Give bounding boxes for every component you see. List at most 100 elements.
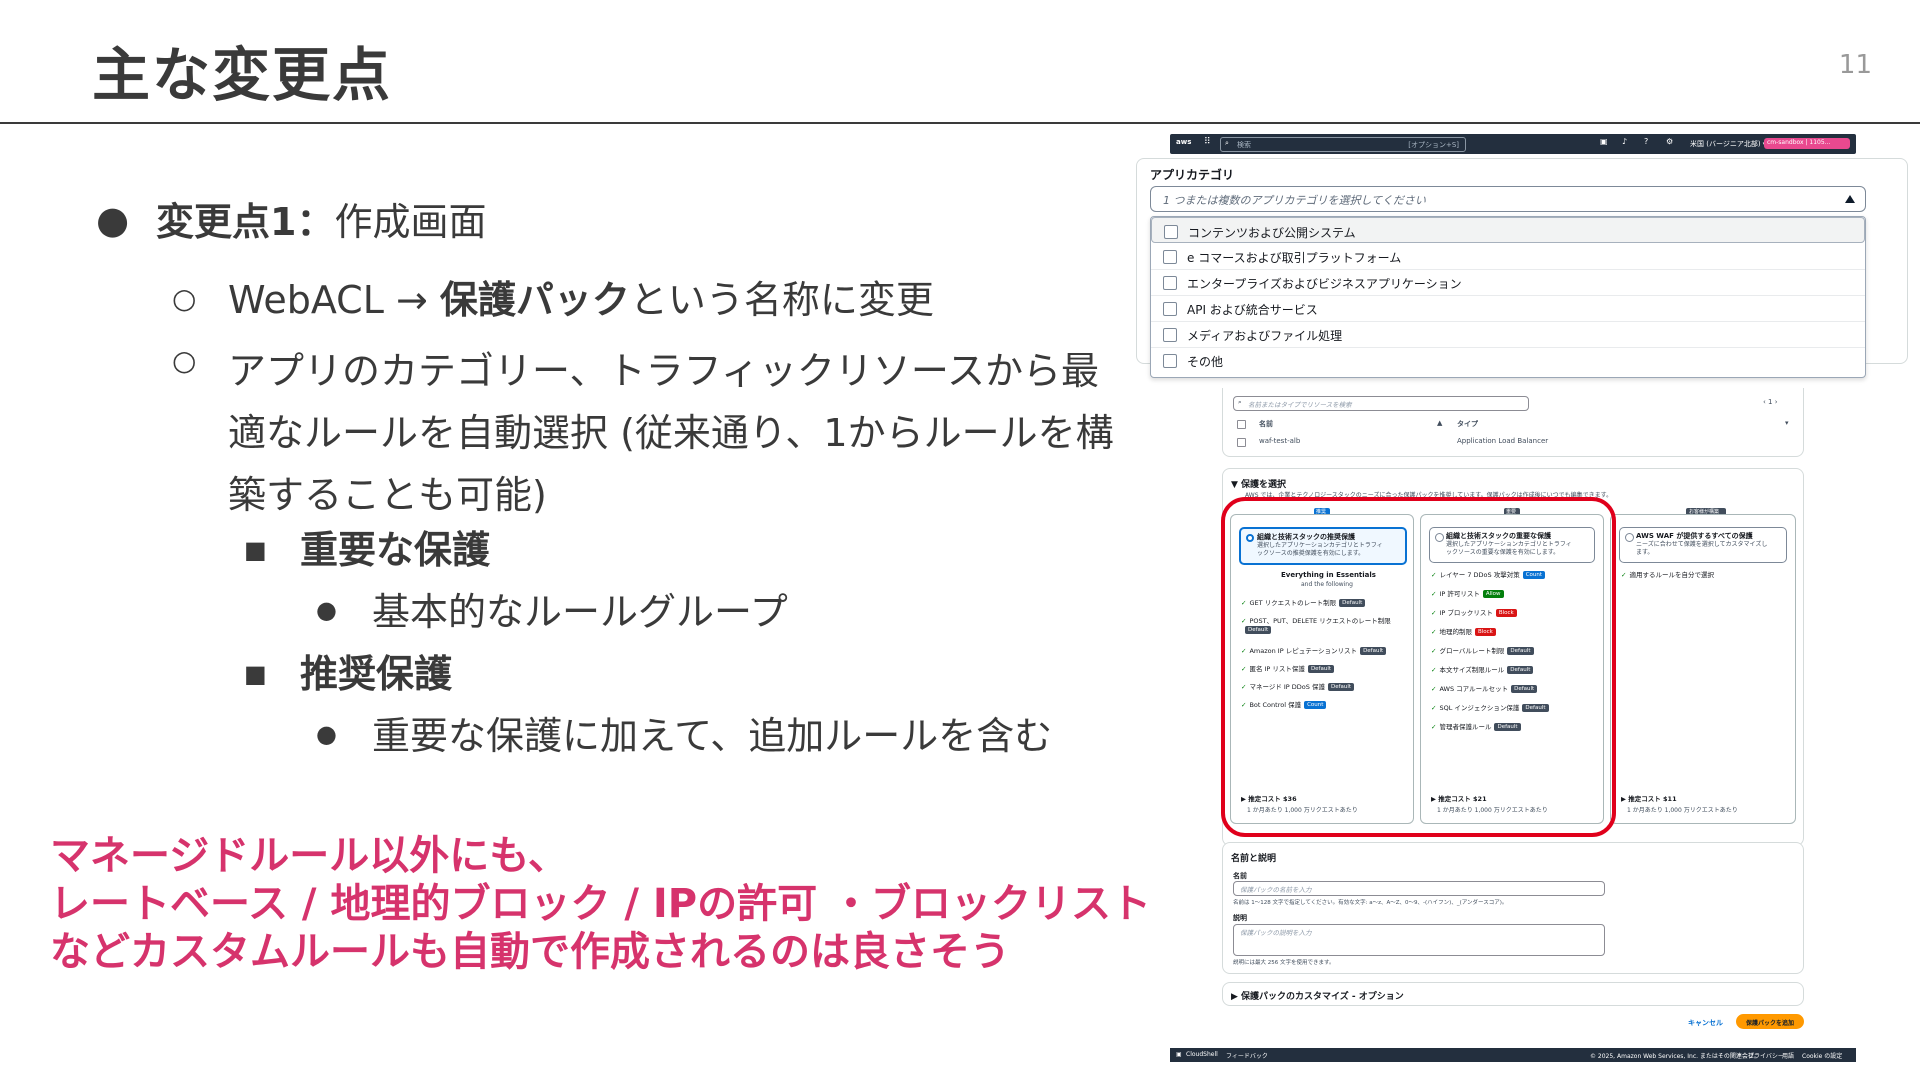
cloudshell-link[interactable]: CloudShell: [1186, 1051, 1218, 1058]
checkbox[interactable]: [1163, 302, 1177, 316]
option-label: メディアおよびファイル処理: [1187, 329, 1343, 343]
bullet-1-2-2-1: ● 重要な保護に加えて、追加ルールを含む: [316, 714, 1052, 760]
customize-panel[interactable]: ▶ 保護パックのカスタマイズ - オプション: [1222, 982, 1804, 1006]
bullet-dot: ●: [96, 198, 130, 242]
resource-type: Application Load Balancer: [1457, 437, 1549, 445]
radio[interactable]: [1625, 533, 1634, 542]
option-label: その他: [1187, 355, 1224, 369]
bullet-1-2-2-1-text: 重要な保護に加えて、追加ルールを含む: [372, 714, 1053, 758]
resource-search-input[interactable]: ⌕ 名前またはタイプでリソースを検索: [1233, 396, 1529, 411]
name-label: 名前: [1233, 872, 1247, 880]
search-icon: ⌕: [1238, 398, 1242, 406]
checkbox[interactable]: [1163, 276, 1177, 290]
desc-placeholder: 保護パックの説明を入力: [1240, 929, 1312, 937]
option-api[interactable]: API および統合サービス: [1151, 295, 1865, 322]
cloudshell-icon[interactable]: ▣: [1600, 137, 1608, 146]
bullet-1-1-post: という名称に変更: [629, 278, 934, 322]
option-content-publishing[interactable]: コンテンツおよび公開システム: [1151, 217, 1865, 243]
cloudshell-icon: ▣: [1176, 1051, 1182, 1058]
desc-label: 説明: [1233, 914, 1247, 922]
resource-name: waf-test-alb: [1259, 437, 1301, 445]
bullet-1-2-line3: 築することも可能): [228, 473, 547, 517]
rule-item: ✓ 適用するルールを自分で選択: [1621, 569, 1714, 581]
check-icon: ✓: [1621, 571, 1627, 579]
option-other[interactable]: その他: [1151, 347, 1865, 373]
desc-hint: 説明には最大 256 文字を使用できます。: [1233, 960, 1335, 966]
aws-logo: aws: [1176, 138, 1192, 146]
bullet-circle: ○: [172, 282, 197, 315]
account-menu[interactable]: cm-sandbox | 1105...: [1764, 138, 1850, 149]
aws-top-bar: aws ⠿ ⌕ 検索 [オプション+S] ▣ ♪ ? ⚙ 米国 (バージニア北部…: [1170, 134, 1856, 154]
checkbox[interactable]: [1163, 328, 1177, 342]
rule-label: 適用するルールを自分で選択: [1629, 571, 1714, 579]
option-media[interactable]: メディアおよびファイル処理: [1151, 321, 1865, 348]
header-checkbox[interactable]: [1237, 420, 1246, 429]
card-cost-sub: 1 か月あたり 1,000 万リクエストあたり: [1627, 807, 1738, 814]
checkbox[interactable]: [1164, 225, 1178, 239]
checkbox[interactable]: [1163, 250, 1177, 264]
bullet-1-bold: 変更点1：: [156, 200, 335, 244]
name-desc-panel: 名前と説明 名前 保護パックの名前を入力 名前は 1～128 文字で指定してくだ…: [1222, 842, 1804, 974]
terms-link[interactable]: 用語: [1782, 1051, 1794, 1060]
help-icon[interactable]: ?: [1644, 137, 1648, 146]
create-button[interactable]: 保護パックを追加: [1736, 1014, 1804, 1029]
card-desc-line: ニーズに合わせて保護を選択してカスタマイズし: [1636, 541, 1768, 548]
name-placeholder: 保護パックの名前を入力: [1240, 886, 1312, 894]
chevron-down-icon[interactable]: ▾: [1785, 419, 1789, 427]
cancel-button[interactable]: キャンセル: [1688, 1018, 1723, 1028]
bullet-1-2-line1: アプリのカテゴリー、トラフィックリソースから最: [228, 349, 1099, 393]
note-line-3: などカスタムルールも自動で作成されるのは良さそう: [50, 929, 1010, 975]
note-line-1: マネージドルール以外にも、: [50, 833, 568, 879]
app-category-placeholder: 1 つまたは複数のアプリカテゴリを選択してください: [1163, 194, 1426, 207]
aws-search-input[interactable]: ⌕ 検索 [オプション+S]: [1220, 137, 1466, 152]
services-grid-icon[interactable]: ⠿: [1204, 137, 1211, 147]
pager[interactable]: ‹ 1 ›: [1763, 398, 1778, 406]
app-category-options: コンテンツおよび公開システム e コマースおよび取引プラットフォーム エンタープ…: [1150, 216, 1866, 378]
region-selector[interactable]: 米国 (バージニア北部) ▾: [1690, 139, 1766, 149]
bullet-1-2-1-1-text: 基本的なルールグループ: [372, 590, 788, 634]
customize-toggle[interactable]: ▶ 保護パックのカスタマイズ - オプション: [1231, 989, 1404, 1002]
protection-heading[interactable]: ▼ 保護を選択: [1231, 477, 1286, 490]
feedback-link[interactable]: フィードバック: [1226, 1051, 1268, 1060]
bullet-1-1: ○ WebACL → 保護パックという名称に変更: [172, 278, 934, 324]
app-category-label: アプリカテゴリ: [1150, 168, 1235, 182]
card-custom[interactable]: AWS WAF が提供するすべての保護 ニーズに合わせて保護を選択してカスタマイ…: [1610, 514, 1796, 824]
bullet-1-2-1: ■ 重要な保護: [244, 528, 490, 574]
sort-icon[interactable]: ▲: [1437, 419, 1442, 427]
bullet-1: ● 変更点1：作成画面: [96, 198, 486, 246]
privacy-link[interactable]: プライバシー: [1748, 1051, 1784, 1060]
col-name[interactable]: 名前: [1259, 419, 1273, 429]
create-button-label: 保護パックを追加: [1746, 1020, 1795, 1027]
search-icon: ⌕: [1225, 139, 1229, 147]
option-ecommerce[interactable]: e コマースおよび取引プラットフォーム: [1151, 243, 1865, 270]
name-hint: 名前は 1～128 文字で指定してください。有効な文字: a～z、A～Z、0～9…: [1233, 900, 1508, 906]
bullet-1-1-pre: WebACL →: [228, 278, 440, 322]
resources-panel: ⌕ 名前またはタイプでリソースを検索 ‹ 1 › 名前 ▲ タイプ ▾ waf-…: [1222, 388, 1804, 457]
bullet-circle: ○: [172, 344, 197, 377]
name-desc-heading: 名前と説明: [1231, 854, 1277, 864]
note: マネージドルール以外にも、 レートベース / 地理的ブロック / IPの許可 ・…: [50, 832, 1151, 976]
description-textarea[interactable]: 保護パックの説明を入力: [1233, 924, 1605, 956]
bullet-1-2-1-text: 重要な保護: [300, 528, 491, 572]
col-type[interactable]: タイプ: [1457, 419, 1478, 429]
gear-icon[interactable]: ⚙: [1666, 137, 1673, 146]
app-category-select[interactable]: 1 つまたは複数のアプリカテゴリを選択してください: [1150, 186, 1866, 212]
account-label: cm-sandbox | 1105...: [1767, 139, 1831, 146]
option-enterprise[interactable]: エンタープライズおよびビジネスアプリケーション: [1151, 269, 1865, 296]
bell-icon[interactable]: ♪: [1622, 137, 1627, 146]
name-input[interactable]: 保護パックの名前を入力: [1233, 881, 1605, 896]
option-label: API および統合サービス: [1187, 303, 1318, 317]
bullet-square: ■: [244, 660, 267, 688]
card-custom-header[interactable]: AWS WAF が提供するすべての保護 ニーズに合わせて保護を選択してカスタマイ…: [1619, 527, 1787, 563]
title-divider: [0, 122, 1920, 124]
caret-up-icon: [1845, 195, 1855, 203]
checkbox[interactable]: [1163, 354, 1177, 368]
bullet-dot: ●: [316, 720, 337, 748]
highlight-frame: [1221, 497, 1616, 837]
card-cost[interactable]: ▶ 推定コスト $11: [1621, 793, 1677, 803]
slide-title: 主な変更点: [92, 41, 393, 109]
bullet-1-2-2: ■ 推奨保護: [244, 652, 452, 698]
aws-search-shortcut: [オプション+S]: [1408, 141, 1459, 149]
row-checkbox[interactable]: [1237, 438, 1246, 447]
cookie-link[interactable]: Cookie の設定: [1802, 1051, 1842, 1060]
